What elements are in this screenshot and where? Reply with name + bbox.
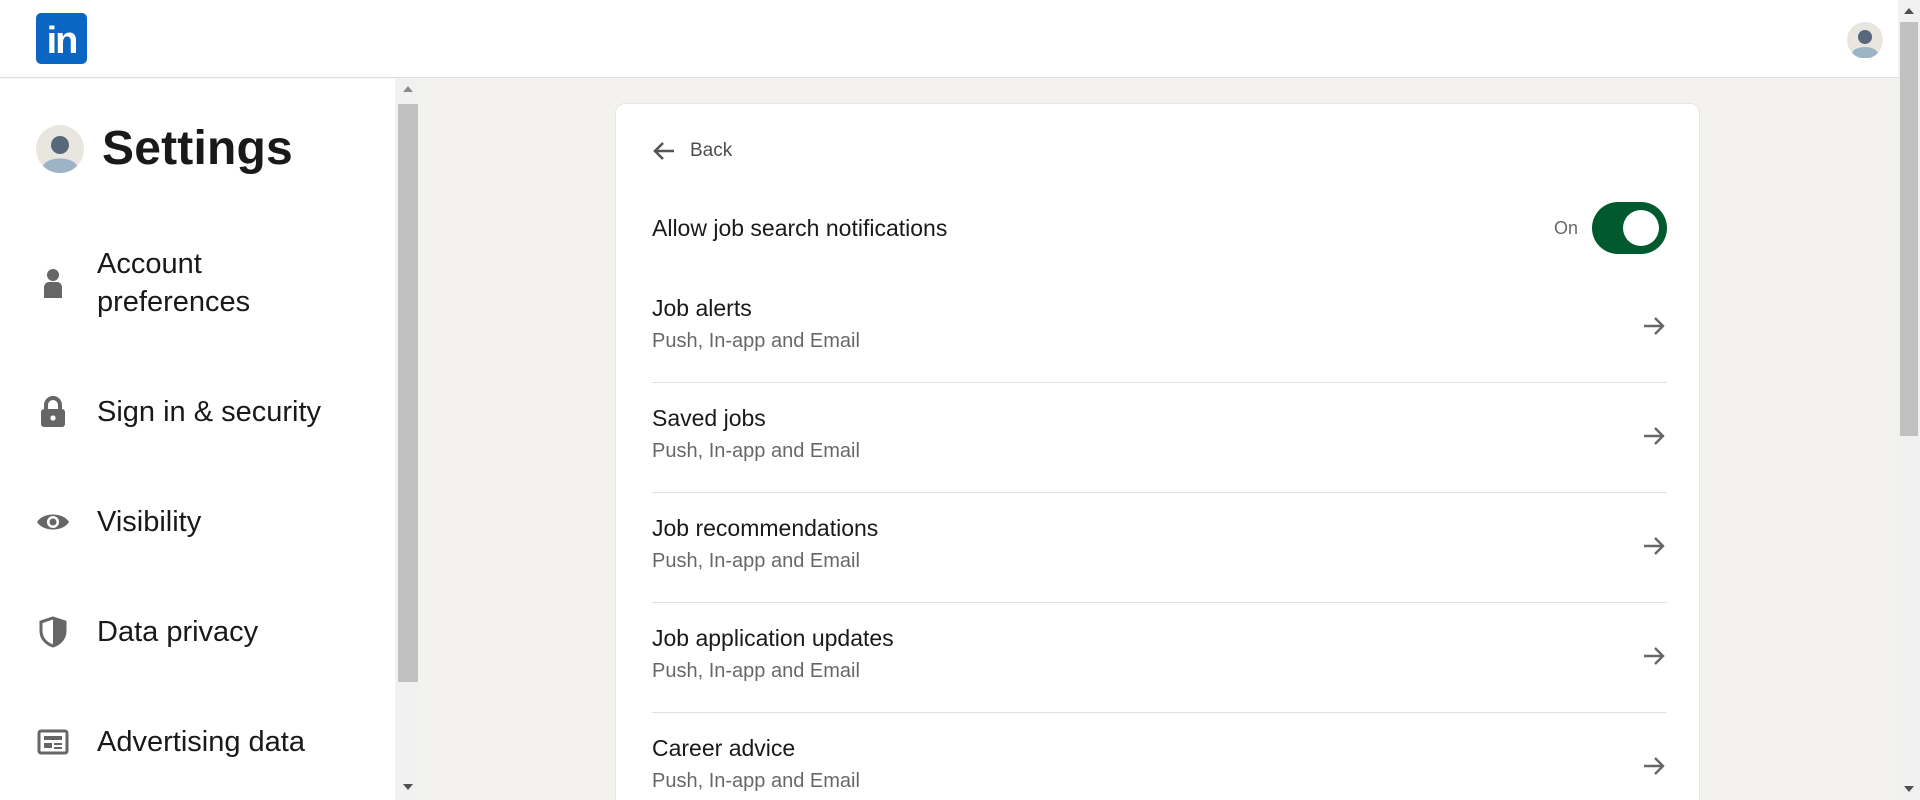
sidebar-item-label: Advertising data <box>97 726 305 758</box>
linkedin-logo[interactable]: in <box>36 13 87 64</box>
sidebar-item-advertising-data[interactable]: Advertising data <box>36 723 305 761</box>
back-label: Back <box>690 140 733 161</box>
toggle-knob <box>1623 210 1659 246</box>
top-header: in <box>0 0 1898 78</box>
eye-icon <box>36 505 70 539</box>
job-search-notifications-toggle[interactable] <box>1592 202 1667 254</box>
arrow-right-icon <box>1644 647 1665 665</box>
shield-icon <box>36 615 70 649</box>
sidebar-scrollbar-thumb[interactable] <box>398 104 418 682</box>
toggle-state-label: On <box>1553 217 1578 238</box>
item-title: Job recommendations <box>652 515 879 541</box>
item-subtitle: Push, In-app and Email <box>652 330 860 352</box>
sidebar-item-label: Sign in & security <box>97 396 322 428</box>
page-scrollbar-thumb[interactable] <box>1900 22 1918 436</box>
list-item-career-advice[interactable]: Career advice Push, In-app and Email <box>652 713 1667 800</box>
lock-icon <box>36 395 70 429</box>
sidebar-item-sign-in-security[interactable]: Sign in & security <box>36 393 321 431</box>
list-item-job-recommendations[interactable]: Job recommendations Push, In-app and Ema… <box>652 493 1667 603</box>
arrow-right-icon <box>1644 757 1665 775</box>
scroll-up-arrow-icon[interactable] <box>396 80 419 98</box>
sidebar-item-visibility[interactable]: Visibility <box>36 503 201 541</box>
arrow-left-icon <box>653 142 674 160</box>
sidebar-header: Settings <box>36 121 293 176</box>
profile-avatar-icon[interactable] <box>1847 22 1883 58</box>
item-subtitle: Push, In-app and Email <box>652 550 860 572</box>
item-title: Job application updates <box>652 625 894 651</box>
settings-title: Settings <box>102 122 293 175</box>
scroll-down-arrow-icon[interactable] <box>396 778 419 796</box>
page-scroll-down-arrow-icon[interactable] <box>1898 780 1920 798</box>
settings-avatar-icon <box>36 124 84 173</box>
job-search-notifications-row: Allow job search notifications On <box>652 200 1667 256</box>
sidebar-item-account-preferences[interactable]: Account preferences <box>36 245 250 321</box>
item-subtitle: Push, In-app and Email <box>652 440 860 462</box>
notifications-card: Back Allow job search notifications On J… <box>615 103 1700 800</box>
list-item-saved-jobs[interactable]: Saved jobs Push, In-app and Email <box>652 383 1667 493</box>
item-subtitle: Push, In-app and Email <box>652 770 860 792</box>
sidebar-item-label: Data privacy <box>97 616 259 648</box>
logo-text: in <box>46 19 79 62</box>
arrow-right-icon <box>1644 427 1665 445</box>
sidebar-item-label: Visibility <box>97 506 202 538</box>
item-title: Career advice <box>652 735 796 761</box>
arrow-right-icon <box>1644 317 1665 335</box>
page-scroll-up-arrow-icon[interactable] <box>1898 2 1920 20</box>
list-item-job-application-updates[interactable]: Job application updates Push, In-app and… <box>652 603 1667 713</box>
item-title: Job alerts <box>652 295 752 321</box>
item-subtitle: Push, In-app and Email <box>652 660 860 682</box>
sidebar-item-label: Account preferences <box>97 248 251 318</box>
item-title: Saved jobs <box>652 405 766 431</box>
toggle-label: Allow job search notifications <box>652 214 948 241</box>
sidebar-item-data-privacy[interactable]: Data privacy <box>36 613 258 651</box>
list-item-job-alerts[interactable]: Job alerts Push, In-app and Email <box>652 273 1667 383</box>
back-button[interactable]: Back <box>652 140 732 162</box>
arrow-right-icon <box>1644 537 1665 555</box>
newspaper-icon <box>36 725 70 759</box>
settings-sidebar: Settings Account preferences Sign in & s… <box>0 79 395 800</box>
person-icon <box>36 266 70 300</box>
